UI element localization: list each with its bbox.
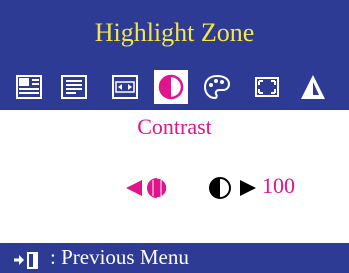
zone-width-icon[interactable] bbox=[108, 70, 142, 104]
footer-hint: : Previous Menu bbox=[0, 243, 349, 273]
menu-title: Highlight Zone bbox=[94, 18, 255, 47]
left-arrow-icon bbox=[126, 180, 142, 196]
item-title: Contrast bbox=[137, 114, 212, 139]
value-readout: 100 bbox=[262, 173, 295, 198]
adjust-panel: Contrast 100 bbox=[0, 110, 349, 243]
osd-menu: Highlight Zone Contrast 100: Previous M… bbox=[0, 0, 349, 273]
zone-size-icon[interactable] bbox=[12, 70, 46, 104]
exit-icon bbox=[14, 252, 38, 269]
gamma-icon[interactable] bbox=[296, 70, 330, 104]
sharpness-icon[interactable] bbox=[250, 70, 284, 104]
decrease-button[interactable] bbox=[124, 176, 174, 200]
icon-toolbar bbox=[0, 66, 349, 108]
contrast-icon[interactable] bbox=[154, 70, 188, 104]
color-palette-icon[interactable] bbox=[200, 70, 234, 104]
footer-label: : Previous Menu bbox=[50, 245, 189, 269]
zone-position-icon[interactable] bbox=[57, 70, 91, 104]
increase-button[interactable] bbox=[208, 176, 258, 200]
right-arrow-icon bbox=[240, 180, 256, 196]
